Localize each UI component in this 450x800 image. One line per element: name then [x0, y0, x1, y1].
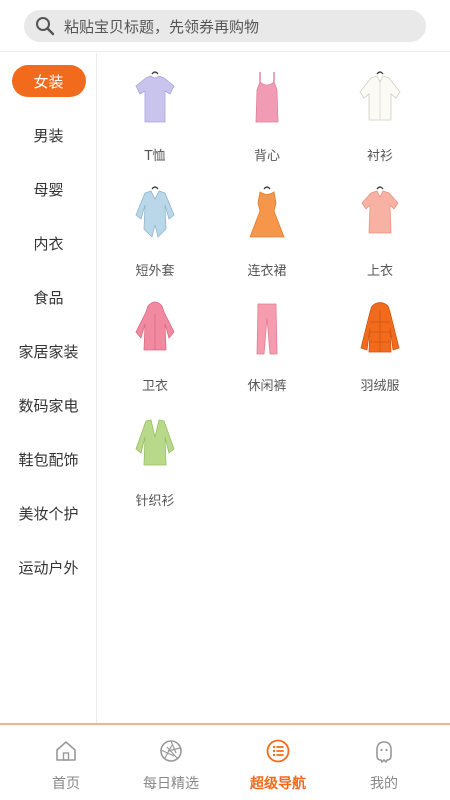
- sidebar-item-outdoor[interactable]: 运动户外: [0, 550, 97, 584]
- sidebar-item-underwear[interactable]: 内衣: [0, 226, 97, 260]
- tank-top-icon: [255, 72, 279, 123]
- category-tshirt[interactable]: T恤: [100, 70, 210, 170]
- category-label: 短外套: [135, 264, 175, 279]
- category-sidebar: 女装 男装 母婴 内衣 食品 家居家装 数码家电 鞋包配饰 美妆个护 运动户外: [0, 53, 97, 723]
- pants-icon: [256, 303, 278, 355]
- sidebar-item-label: 家居家装: [18, 342, 79, 361]
- sidebar-item-home[interactable]: 家居家装: [0, 334, 97, 368]
- tab-profile[interactable]: 我的: [328, 725, 440, 800]
- category-dress[interactable]: 连衣裙: [212, 185, 322, 285]
- hoodie-icon: [135, 301, 175, 351]
- category-label: T恤: [144, 149, 166, 164]
- sidebar-item-label: 母婴: [33, 180, 64, 199]
- tab-home[interactable]: 首页: [10, 725, 122, 800]
- category-cardigan[interactable]: 针织衫: [100, 415, 210, 515]
- sidebar-item-label: 运动户外: [18, 558, 79, 577]
- tab-label: 首页: [52, 776, 80, 792]
- category-label: 衬衫: [366, 149, 393, 164]
- bottom-tab-bar: 首页 每日精选 超级导航 我的: [0, 723, 450, 800]
- category-label: 上衣: [366, 264, 393, 279]
- sidebar-item-label: 男装: [33, 126, 64, 145]
- category-short-jacket[interactable]: 短外套: [100, 185, 210, 285]
- tab-label: 每日精选: [143, 776, 199, 792]
- search-input[interactable]: 粘贴宝贝标题，先领券再购物: [64, 16, 259, 37]
- tab-super-nav[interactable]: 超级导航: [222, 725, 334, 800]
- search-bar[interactable]: 粘贴宝贝标题，先领券再购物: [24, 10, 426, 42]
- category-label: 连衣裙: [247, 264, 287, 279]
- shirt-icon: [359, 71, 401, 121]
- category-pants[interactable]: 休闲裤: [212, 300, 322, 400]
- sidebar-item-label: 鞋包配饰: [18, 450, 79, 469]
- sidebar-item-beauty[interactable]: 美妆个护: [0, 496, 97, 530]
- sidebar-item-shoes-bags[interactable]: 鞋包配饰: [0, 442, 97, 476]
- category-label: 卫衣: [141, 379, 168, 394]
- short-jacket-icon: [135, 186, 175, 238]
- category-hoodie[interactable]: 卫衣: [100, 300, 210, 400]
- sidebar-item-label: 数码家电: [18, 396, 79, 415]
- sidebar-item-baby[interactable]: 母婴: [0, 172, 97, 206]
- search-header: 粘贴宝贝标题，先领券再购物: [0, 0, 450, 52]
- tab-label: 超级导航: [250, 776, 306, 792]
- sidebar-item-food[interactable]: 食品: [0, 280, 97, 314]
- category-label: 针织衫: [135, 494, 175, 509]
- dress-icon: [249, 186, 285, 238]
- sidebar-item-label: 内衣: [33, 234, 64, 253]
- sidebar-item-label: 食品: [33, 288, 64, 307]
- category-label: 羽绒服: [360, 379, 400, 394]
- home-icon: [56, 741, 76, 761]
- sidebar-item-women[interactable]: 女装: [0, 64, 97, 98]
- down-jacket-icon: [360, 302, 400, 353]
- tab-label: 我的: [370, 776, 398, 792]
- tab-daily-picks[interactable]: 每日精选: [115, 725, 227, 800]
- category-shirt[interactable]: 衬衫: [325, 70, 435, 170]
- category-label: 休闲裤: [247, 379, 287, 394]
- list-icon: [266, 739, 290, 763]
- sidebar-item-digital[interactable]: 数码家电: [0, 388, 97, 422]
- aperture-icon: [160, 740, 182, 762]
- sidebar-item-men[interactable]: 男装: [0, 118, 97, 152]
- sidebar-item-label: 女装: [11, 65, 86, 97]
- tshirt-icon: [135, 71, 175, 123]
- category-down-jacket[interactable]: 羽绒服: [325, 300, 435, 400]
- category-label: 背心: [253, 149, 280, 164]
- category-blouse[interactable]: 上衣: [325, 185, 435, 285]
- cardigan-icon: [135, 419, 175, 466]
- search-icon: [34, 15, 56, 37]
- sidebar-item-label: 美妆个护: [18, 504, 79, 523]
- profile-icon: [376, 741, 392, 763]
- category-tank-top[interactable]: 背心: [212, 70, 322, 170]
- blouse-icon: [361, 186, 399, 234]
